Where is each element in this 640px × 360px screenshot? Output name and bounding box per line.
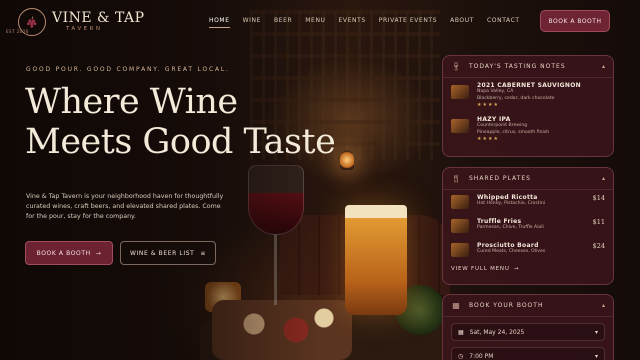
book-booth-label: BOOK A BOOTH <box>36 249 91 257</box>
brand-name[interactable]: VINE & TAP <box>52 10 145 26</box>
arrow-right-icon: → <box>95 249 102 257</box>
arrow-right-icon: → <box>513 266 520 272</box>
hero-headline: Where Wine Meets Good Taste <box>25 82 355 162</box>
nav-events[interactable]: EVENTS <box>339 17 366 24</box>
shared-plates-title: SHARED PLATES <box>469 175 531 182</box>
view-full-menu-link[interactable]: VIEW FULL MENU → <box>443 262 613 276</box>
book-booth-nav-button[interactable]: BOOK A BOOTH <box>540 10 610 32</box>
nav-menu[interactable]: MENU <box>305 17 325 24</box>
tasting-notes-card: 🍷︎ TODAY'S TASTING NOTES ▴ 2021 CABERNET… <box>442 55 614 157</box>
wine-thumbnail <box>451 85 469 99</box>
tasting-name: HAZY IPA <box>477 116 511 123</box>
plate-price: $11 <box>592 218 605 226</box>
plate-thumbnail <box>451 219 469 233</box>
shared-plates-header[interactable]: 🍴︎ SHARED PLATES ▴ <box>443 168 613 190</box>
plate-price: $24 <box>592 242 605 250</box>
chevron-down-icon: ▾ <box>594 328 598 336</box>
date-value: Sat, May 24, 2025 <box>469 328 525 336</box>
tasting-notes-header[interactable]: 🍷︎ TODAY'S TASTING NOTES ▴ <box>443 56 613 78</box>
chevron-down-icon: ▾ <box>594 352 598 360</box>
beer-thumbnail <box>451 119 469 133</box>
hero-tagline: GOOD POUR. GOOD COMPANY. GREAT LOCAL. <box>26 66 230 73</box>
hero-description: Vine & Tap Tavern is your neighborhood h… <box>26 193 224 220</box>
plate-name: Whipped Ricotta <box>477 194 538 201</box>
nav-beer[interactable]: BEER <box>274 17 292 24</box>
tasting-item[interactable]: HAZY IPA Counterpoint Brewing Pineapple,… <box>443 112 613 146</box>
book-booth-nav-label: BOOK A BOOTH <box>548 17 602 25</box>
plate-name: Prosciutto Board <box>477 242 539 249</box>
nav-wine[interactable]: WINE <box>243 17 261 24</box>
plate-thumbnail <box>451 243 469 257</box>
plate-desc: Parmesan, Chive, Truffle Aioli <box>477 225 544 230</box>
nav-about[interactable]: ABOUT <box>450 17 474 24</box>
chevron-up-icon[interactable]: ▴ <box>602 302 605 309</box>
date-select[interactable]: ▦ Sat, May 24, 2025 ▾ <box>451 323 605 341</box>
nav-contact[interactable]: CONTACT <box>487 17 520 24</box>
calendar-icon: ▦ <box>452 301 460 310</box>
chevron-up-icon[interactable]: ▴ <box>602 63 605 70</box>
wine-beer-list-button[interactable]: WINE & BEER LIST ≡ <box>120 241 216 265</box>
shared-plates-card: 🍴︎ SHARED PLATES ▴ Whipped Ricotta Hot H… <box>442 167 614 285</box>
chevron-up-icon[interactable]: ▴ <box>602 175 605 182</box>
tasting-item[interactable]: 2021 CABERNET SAUVIGNON Napa Valley, CA … <box>443 78 613 112</box>
plate-item[interactable]: Prosciutto Board Cured Meats, Cheeses, O… <box>443 238 613 262</box>
time-value: 7:00 PM <box>469 352 494 360</box>
book-booth-card: ▦ BOOK YOUR BOOTH ▴ ▦ Sat, May 24, 2025 … <box>442 294 614 360</box>
fork-knife-icon: 🍴︎ <box>451 174 462 183</box>
wine-beer-list-label: WINE & BEER LIST <box>129 249 195 257</box>
top-nav: EST 2026 VINE & TAP TAVERN HOME WINE BEE… <box>0 0 640 42</box>
tasting-name: 2021 CABERNET SAUVIGNON <box>477 82 581 89</box>
tasting-notes-title: TODAY'S TASTING NOTES <box>469 63 566 70</box>
book-booth-header[interactable]: ▦ BOOK YOUR BOOTH ▴ <box>443 295 613 317</box>
star-rating: ★★★★ <box>477 102 499 108</box>
calendar-icon: ▦ <box>458 328 464 336</box>
list-icon: ≡ <box>200 249 207 257</box>
plate-name: Truffle Fries <box>477 218 522 225</box>
headline-line-1: Where Wine <box>25 82 238 122</box>
view-full-menu-label: VIEW FULL MENU <box>451 266 510 272</box>
logo-est: EST 2026 <box>6 29 29 34</box>
plate-desc: Cured Meats, Cheeses, Olives <box>477 249 546 254</box>
clock-icon: ◷ <box>458 352 464 360</box>
book-booth-title: BOOK YOUR BOOTH <box>469 302 544 309</box>
headline-line-2: Meets Good Taste <box>25 122 336 162</box>
wine-glass-icon: 🍷︎ <box>451 62 462 71</box>
time-select[interactable]: ◷ 7:00 PM ▾ <box>451 347 605 360</box>
plate-desc: Hot Honey, Pistachio, Crostini <box>477 201 546 206</box>
plate-item[interactable]: Whipped Ricotta Hot Honey, Pistachio, Cr… <box>443 190 613 214</box>
main-menu: HOME WINE BEER MENU EVENTS PRIVATE EVENT… <box>209 17 533 28</box>
brand-sub: TAVERN <box>66 26 103 32</box>
book-booth-button[interactable]: BOOK A BOOTH → <box>25 241 113 265</box>
star-rating: ★★★★ <box>477 136 499 142</box>
nav-private-events[interactable]: PRIVATE EVENTS <box>379 17 437 24</box>
plate-thumbnail <box>451 195 469 209</box>
plate-item[interactable]: Truffle Fries Parmesan, Chive, Truffle A… <box>443 214 613 238</box>
nav-home[interactable]: HOME <box>209 17 230 28</box>
plate-price: $14 <box>592 194 605 202</box>
